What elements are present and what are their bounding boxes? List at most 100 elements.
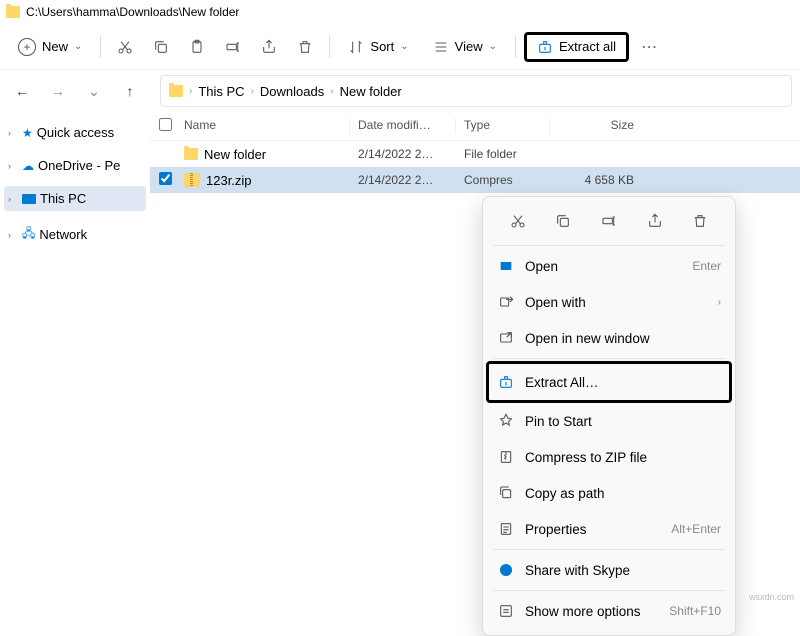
up-button[interactable]: ↑ bbox=[116, 77, 144, 105]
sidebar-item-this-pc[interactable]: › This PC bbox=[4, 186, 146, 211]
context-menu-label: Pin to Start bbox=[525, 414, 721, 429]
chevron-right-icon: › bbox=[8, 194, 18, 204]
breadcrumb-item[interactable]: New folder bbox=[340, 84, 402, 99]
shortcut-hint: Enter bbox=[692, 259, 721, 273]
breadcrumb[interactable]: › This PC › Downloads › New folder bbox=[160, 75, 792, 107]
chevron-down-icon: ⌄ bbox=[400, 41, 408, 52]
context-menu-item[interactable]: Show more optionsShift+F10 bbox=[489, 593, 729, 629]
context-menu-item[interactable]: Compress to ZIP file bbox=[489, 439, 729, 475]
context-menu-item[interactable]: Copy as path bbox=[489, 475, 729, 511]
chevron-right-icon: › bbox=[718, 297, 721, 308]
name-header[interactable]: Name bbox=[180, 118, 350, 134]
shortcut-hint: Alt+Enter bbox=[671, 522, 721, 536]
chevron-right-icon: › bbox=[8, 161, 18, 171]
context-menu-label: Properties bbox=[525, 522, 661, 537]
table-row[interactable]: 123r.zip 2/14/2022 2… Compres 4 658 KB bbox=[150, 167, 800, 193]
sidebar-item-quick-access[interactable]: › ★ Quick access bbox=[4, 120, 146, 145]
navbar: ← → ⌄ ↑ › This PC › Downloads › New fold… bbox=[0, 70, 800, 112]
paste-icon[interactable] bbox=[181, 31, 213, 63]
delete-icon[interactable] bbox=[684, 207, 716, 235]
type-header[interactable]: Type bbox=[456, 118, 550, 134]
date-header[interactable]: Date modifi… bbox=[350, 118, 456, 134]
separator bbox=[493, 358, 725, 359]
context-menu-label: Share with Skype bbox=[525, 563, 721, 578]
share-icon[interactable] bbox=[639, 207, 671, 235]
view-label: View bbox=[455, 39, 483, 54]
sidebar-item-label: Network bbox=[39, 227, 87, 242]
separator bbox=[493, 245, 725, 246]
folder-icon bbox=[169, 85, 183, 97]
new-label: New bbox=[42, 39, 68, 54]
newwin-icon bbox=[497, 329, 515, 347]
new-button[interactable]: + New ⌄ bbox=[8, 33, 92, 61]
toolbar: + New ⌄ Sort ⌄ View ⌄ Extract all ⋯ bbox=[0, 24, 800, 70]
context-menu-item[interactable]: Open with› bbox=[489, 284, 729, 320]
view-button[interactable]: View ⌄ bbox=[423, 34, 507, 60]
copy-icon[interactable] bbox=[547, 207, 579, 235]
context-menu-label: Open bbox=[525, 259, 682, 274]
context-menu-item[interactable]: Extract All… bbox=[486, 361, 732, 403]
sidebar-item-label: This PC bbox=[40, 191, 86, 206]
folder-icon bbox=[184, 148, 198, 160]
context-menu-item[interactable]: Share with Skype bbox=[489, 552, 729, 588]
more-icon[interactable]: ⋯ bbox=[633, 37, 665, 57]
sidebar-item-label: Quick access bbox=[37, 125, 114, 140]
separator bbox=[493, 590, 725, 591]
chevron-down-icon[interactable]: ⌄ bbox=[80, 77, 108, 105]
pin-icon bbox=[497, 412, 515, 430]
delete-icon[interactable] bbox=[289, 31, 321, 63]
extract-all-button[interactable]: Extract all bbox=[524, 32, 629, 62]
chevron-down-icon: ⌄ bbox=[489, 41, 497, 52]
breadcrumb-item[interactable]: This PC bbox=[198, 84, 244, 99]
row-checkbox[interactable] bbox=[150, 172, 180, 188]
separator bbox=[329, 36, 330, 58]
file-size: 4 658 KB bbox=[550, 173, 650, 187]
rename-icon[interactable] bbox=[217, 31, 249, 63]
context-menu-action-row bbox=[489, 203, 729, 243]
folder-icon bbox=[6, 6, 20, 18]
cut-icon[interactable] bbox=[502, 207, 534, 235]
titlebar: C:\Users\hamma\Downloads\New folder bbox=[0, 0, 800, 24]
context-menu-item[interactable]: Open in new window bbox=[489, 320, 729, 356]
separator bbox=[515, 36, 516, 58]
copy-icon[interactable] bbox=[145, 31, 177, 63]
size-header[interactable]: Size bbox=[550, 118, 650, 134]
share-icon[interactable] bbox=[253, 31, 285, 63]
copypath-icon bbox=[497, 484, 515, 502]
context-menu-item[interactable]: Pin to Start bbox=[489, 403, 729, 439]
context-menu-item[interactable]: Open Enter bbox=[489, 248, 729, 284]
extract-icon bbox=[497, 373, 515, 391]
context-menu-item[interactable]: Properties Alt+Enter bbox=[489, 511, 729, 547]
sidebar-item-onedrive[interactable]: › ☁ OneDrive - Pe bbox=[4, 153, 146, 178]
breadcrumb-item[interactable]: Downloads bbox=[260, 84, 324, 99]
openwith-icon bbox=[497, 293, 515, 311]
back-button[interactable]: ← bbox=[8, 77, 36, 105]
sidebar-item-network[interactable]: › 🖧 Network bbox=[4, 219, 146, 250]
sort-icon bbox=[348, 39, 364, 55]
watermark: wsxdn.com bbox=[749, 592, 794, 602]
context-menu: Open Enter Open with›Open in new window Ext… bbox=[482, 196, 736, 636]
file-date: 2/14/2022 2… bbox=[350, 147, 456, 161]
file-type: File folder bbox=[456, 147, 550, 161]
skype-icon bbox=[497, 561, 515, 579]
table-row[interactable]: New folder 2/14/2022 2… File folder bbox=[150, 141, 800, 167]
separator bbox=[493, 549, 725, 550]
zip-icon bbox=[184, 173, 200, 187]
sidebar-item-label: OneDrive - Pe bbox=[38, 158, 120, 173]
file-name: 123r.zip bbox=[206, 173, 252, 188]
view-icon bbox=[433, 39, 449, 55]
star-icon: ★ bbox=[22, 126, 33, 140]
forward-button[interactable]: → bbox=[44, 77, 72, 105]
sort-button[interactable]: Sort ⌄ bbox=[338, 34, 418, 60]
shortcut-hint: Shift+F10 bbox=[669, 604, 721, 618]
sort-label: Sort bbox=[370, 39, 394, 54]
file-date: 2/14/2022 2… bbox=[350, 173, 456, 187]
props-icon bbox=[497, 520, 515, 538]
column-headers: Name Date modifi… Type Size bbox=[150, 112, 800, 141]
cut-icon[interactable] bbox=[109, 31, 141, 63]
chevron-right-icon: › bbox=[189, 86, 192, 97]
checkbox-header[interactable] bbox=[150, 118, 180, 134]
separator bbox=[100, 36, 101, 58]
rename-icon[interactable] bbox=[593, 207, 625, 235]
context-menu-label: Extract All… bbox=[525, 375, 721, 390]
